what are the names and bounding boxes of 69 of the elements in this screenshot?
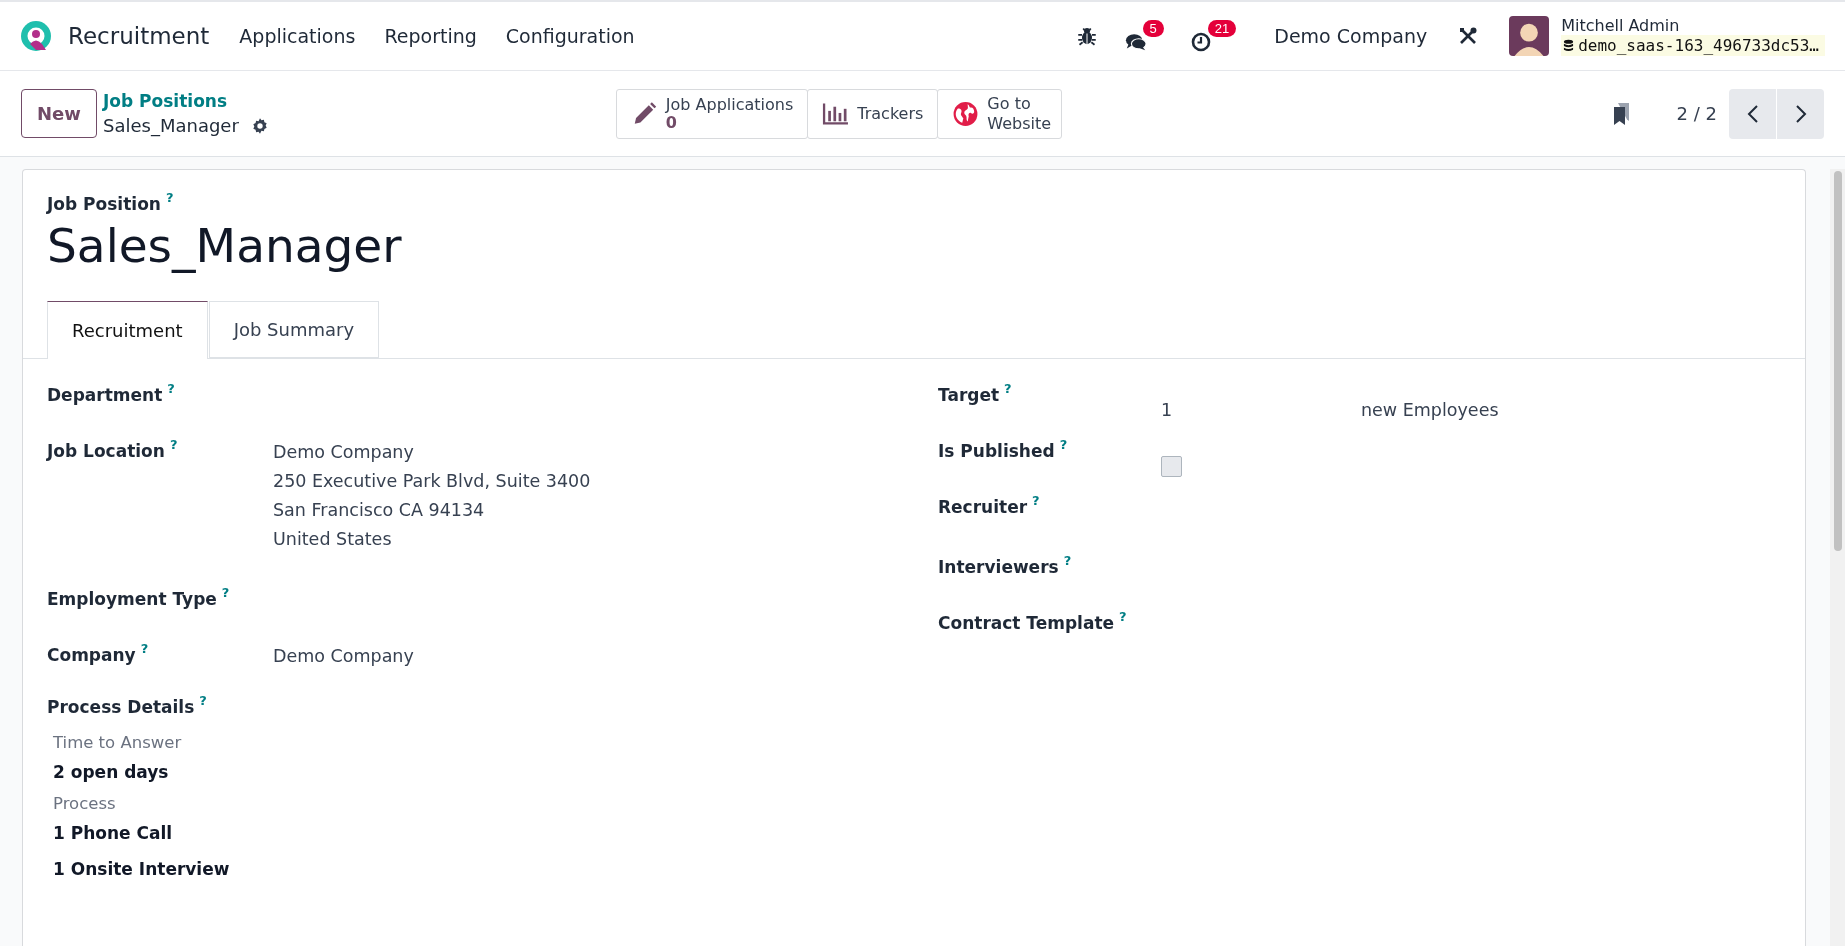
company-switcher[interactable]: Demo Company	[1274, 25, 1428, 47]
field-label: Employment Type	[47, 589, 217, 609]
messages-button[interactable]: 5	[1124, 20, 1164, 52]
smart-button[interactable]: Trackers	[807, 88, 939, 139]
scrollbar[interactable]	[1830, 169, 1845, 946]
breadcrumb-current: Sales_Manager	[103, 115, 239, 136]
help-tooltip[interactable]: ?	[1063, 553, 1072, 568]
help-tooltip[interactable]: ?	[167, 381, 175, 396]
pager-value[interactable]: 2 / 2	[1676, 103, 1717, 124]
field-label: Job Location	[47, 441, 165, 461]
chat-icon	[1124, 32, 1147, 52]
app-name[interactable]: Recruitment	[68, 23, 210, 49]
database-text: demo_saas-163_496733dc53…	[1578, 36, 1819, 55]
field-label: Interviewers	[938, 557, 1059, 577]
bug-icon[interactable]	[1076, 26, 1097, 46]
help-tooltip[interactable]: ?	[140, 641, 149, 656]
address-line: United States	[273, 529, 393, 549]
field-label: Is Published	[938, 441, 1055, 461]
app-logo-icon[interactable]	[20, 20, 52, 52]
help-tooltip[interactable]: ?	[1032, 493, 1040, 508]
address-line: Demo Company	[273, 442, 415, 462]
user-avatar[interactable]	[1509, 16, 1550, 56]
field-label: Process Details	[47, 697, 195, 717]
help-tooltip[interactable]: ?	[1059, 437, 1068, 452]
field-label: Department	[47, 385, 163, 405]
menu-item[interactable]: Configuration	[505, 25, 635, 47]
new-button[interactable]: New	[21, 89, 97, 138]
field-label: Target	[938, 385, 1000, 405]
field-label: Job Position	[47, 194, 161, 214]
previous-button[interactable]	[1729, 88, 1776, 139]
menu-item[interactable]: Applications	[239, 25, 356, 47]
field-value[interactable]: 1	[1161, 400, 1361, 420]
record-title[interactable]: Sales_Manager	[23, 218, 1805, 273]
clock-icon	[1189, 32, 1212, 52]
help-tooltip[interactable]: ?	[221, 585, 230, 600]
next-button[interactable]	[1777, 88, 1824, 139]
count-badge: 21	[1207, 20, 1237, 37]
help-tooltip[interactable]: ?	[199, 693, 207, 708]
chevron-right-icon	[1794, 103, 1807, 124]
settings-icon[interactable]	[250, 116, 269, 135]
field-value[interactable]: Demo Company	[273, 646, 414, 666]
field-label: Company	[47, 645, 136, 665]
help-tooltip[interactable]: ?	[169, 437, 178, 452]
user-name[interactable]: Mitchell Admin	[1561, 16, 1825, 35]
globe-icon	[952, 100, 980, 127]
address-line: 250 Executive Park Blvd, Suite 3400	[273, 471, 591, 491]
section-caption: Time to Answer	[53, 733, 183, 752]
menu-item[interactable]: Reporting	[384, 25, 477, 47]
field-label: Contract Template	[938, 613, 1115, 633]
tab[interactable]: Job Summary	[208, 301, 380, 358]
help-tooltip[interactable]: ?	[1004, 381, 1012, 396]
count-badge: 5	[1142, 20, 1164, 37]
section-caption: Process	[53, 794, 117, 813]
smart-button[interactable]: Job Applications 0	[615, 88, 809, 139]
activities-button[interactable]: 21	[1189, 20, 1237, 52]
breadcrumb-link[interactable]: Job Positions	[103, 91, 269, 111]
process-step: 1 Onsite Interview	[53, 859, 938, 879]
unit-text: new Employees	[1361, 400, 1499, 420]
field-label: Recruiter	[938, 497, 1028, 517]
address-line: San Francisco CA 94134	[273, 500, 486, 520]
help-tooltip[interactable]: ?	[165, 190, 174, 214]
process-step: 1 Phone Call	[53, 823, 938, 843]
smart-button[interactable]: Go to Website	[937, 88, 1063, 139]
help-tooltip[interactable]: ?	[1119, 609, 1127, 624]
database-icon	[1563, 39, 1575, 52]
tab[interactable]: Recruitment	[47, 301, 208, 359]
chevron-left-icon	[1746, 103, 1759, 124]
process-step: 2 open days	[53, 762, 938, 782]
published-checkbox[interactable]	[1161, 455, 1182, 477]
